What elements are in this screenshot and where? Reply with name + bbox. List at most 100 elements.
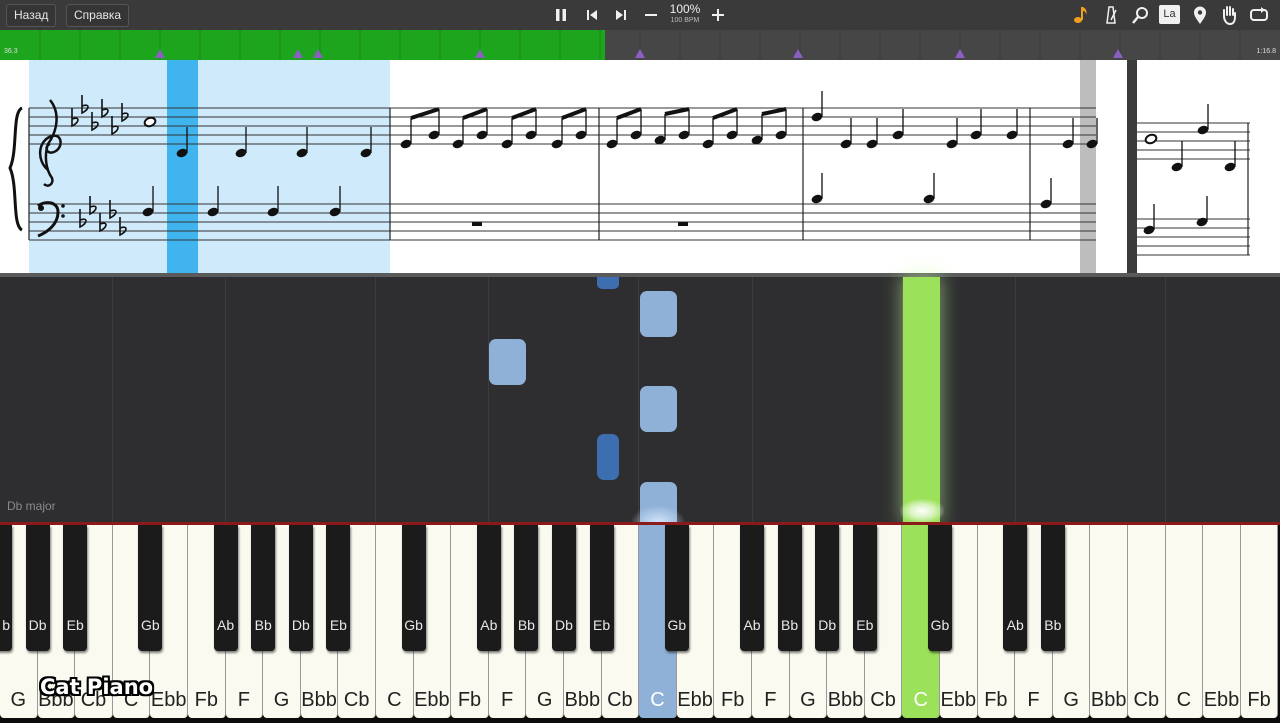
black-key-label: Gb <box>141 617 160 633</box>
black-key[interactable]: Db <box>552 525 576 651</box>
black-key[interactable]: Db <box>815 525 840 651</box>
black-key[interactable]: Eb <box>326 525 351 651</box>
white-key-label: G <box>536 689 553 711</box>
black-key-label: Gb <box>667 617 687 633</box>
falling-notes-area: Db major <box>0 277 1280 523</box>
watermark-label: Cat Piano <box>40 675 154 699</box>
minus-icon[interactable] <box>640 4 662 26</box>
octave-gridline <box>488 277 489 522</box>
back-button[interactable]: Назад <box>6 4 57 27</box>
prev-icon[interactable] <box>581 4 603 26</box>
white-key-label: Bbb <box>301 689 337 711</box>
white-key[interactable]: Bbb <box>1090 525 1128 718</box>
octave-gridline <box>112 277 113 522</box>
white-key-label: Fb <box>984 689 1008 711</box>
metronome-icon[interactable] <box>1100 4 1122 26</box>
next-icon[interactable] <box>610 4 632 26</box>
black-key[interactable]: b <box>0 525 12 651</box>
music-note-icon[interactable] <box>1070 4 1092 26</box>
black-key[interactable]: Db <box>25 525 50 651</box>
white-key-label: Fb <box>194 689 218 711</box>
white-key-label: Cb <box>607 689 633 711</box>
white-key-label: G <box>273 689 290 711</box>
page-divider <box>1127 60 1137 273</box>
black-key-label: Bb <box>1044 617 1062 633</box>
black-key-label: Db <box>818 617 837 633</box>
plus-icon[interactable] <box>707 4 729 26</box>
white-key[interactable]: Ebb <box>1203 525 1241 718</box>
toolbar: Назад Справка 100% 100 BPM La <box>0 0 1280 31</box>
black-key[interactable]: Eb <box>852 525 877 651</box>
white-key-label: F <box>1027 689 1040 711</box>
black-key[interactable]: Eb <box>63 525 88 651</box>
rest <box>472 222 482 226</box>
playback-cursor <box>167 60 198 273</box>
black-key-label: Ab <box>480 617 498 633</box>
note-head <box>1144 133 1158 145</box>
section-marker[interactable] <box>635 49 645 58</box>
octave-gridline <box>225 277 226 522</box>
section-marker[interactable] <box>955 49 965 58</box>
section-marker[interactable] <box>293 49 303 58</box>
loop-icon[interactable] <box>1248 4 1270 26</box>
black-key[interactable]: Bb <box>514 525 539 651</box>
falling-note <box>489 339 526 385</box>
sheet-music[interactable] <box>0 60 1280 277</box>
location-pin-icon[interactable] <box>1189 4 1211 26</box>
white-key-label: Cb <box>870 689 896 711</box>
white-key-label: C <box>650 689 665 711</box>
hit-sparkle <box>630 505 686 523</box>
section-marker[interactable] <box>313 49 323 58</box>
help-button[interactable]: Справка <box>66 4 130 27</box>
black-key[interactable]: Bb <box>251 525 276 651</box>
beam <box>664 107 690 116</box>
white-key[interactable]: Cb <box>1128 525 1166 718</box>
white-key-label: Bbb <box>1090 689 1127 711</box>
black-key-label: Db <box>555 617 573 633</box>
section-marker[interactable] <box>1113 49 1123 58</box>
magnifier-icon[interactable] <box>1130 4 1152 26</box>
black-key[interactable]: Bb <box>1040 525 1065 651</box>
white-key[interactable]: Fb <box>1240 525 1279 718</box>
black-key[interactable]: Eb <box>589 525 614 651</box>
white-key-label: G <box>1063 689 1079 711</box>
white-key-label: Fb <box>457 689 482 711</box>
pause-icon[interactable] <box>550 4 572 26</box>
white-key-label: Cb <box>343 689 370 711</box>
black-key[interactable]: Ab <box>213 525 238 651</box>
octave-gridline <box>752 277 753 522</box>
black-key-label: Bb <box>254 617 272 633</box>
falling-note <box>597 434 619 480</box>
black-key[interactable]: Db <box>288 525 313 651</box>
section-marker[interactable] <box>155 49 165 58</box>
white-key-label: Ebb <box>150 689 187 711</box>
black-key-label: Ab <box>743 617 761 633</box>
hand-icon[interactable] <box>1218 4 1240 26</box>
black-key-label: Bb <box>781 617 799 633</box>
black-key[interactable]: Bb <box>777 525 802 651</box>
black-key-label: Db <box>291 617 310 633</box>
black-key-label: Eb <box>593 617 611 633</box>
black-key[interactable]: Gb <box>401 525 426 651</box>
octave-gridline <box>1165 277 1166 522</box>
black-key[interactable]: Ab <box>740 525 764 651</box>
black-key[interactable]: Gb <box>928 525 952 651</box>
section-marker[interactable] <box>475 49 485 58</box>
octave-gridline <box>1015 277 1016 522</box>
black-key[interactable]: Gb <box>138 525 163 651</box>
black-key[interactable]: Ab <box>1003 525 1028 651</box>
black-key-label: Eb <box>329 617 347 633</box>
black-key[interactable]: Ab <box>476 525 501 651</box>
black-key-label: Bb <box>517 617 535 633</box>
piano-keyboard[interactable]: G Bbb Cb C Ebb Fb F G Bbb Cb C Ebb Fb F G Bbb Cb C Ebb Fb F G… <box>0 522 1280 723</box>
note-label-icon[interactable]: La <box>1159 5 1180 24</box>
white-key[interactable]: C <box>1165 525 1204 718</box>
octave-gridline <box>375 277 376 522</box>
octave-gridline <box>638 277 639 522</box>
key-signature-label: Db major <box>7 499 56 513</box>
black-key-label: Eb <box>66 617 84 633</box>
black-key[interactable]: Gb <box>664 525 689 651</box>
progress-timeline[interactable]: 36.3 1:16.8 <box>0 30 1280 60</box>
page-edge <box>1080 60 1096 273</box>
section-marker[interactable] <box>793 49 803 58</box>
